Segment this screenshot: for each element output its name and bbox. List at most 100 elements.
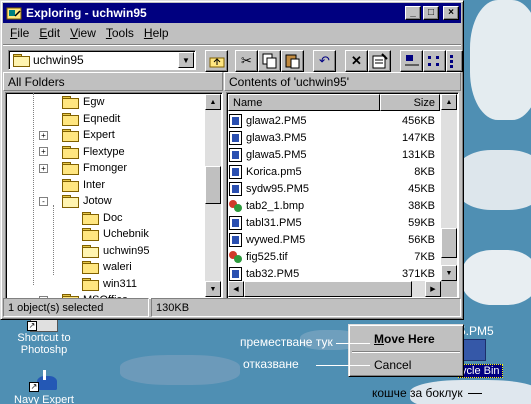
context-menu: Move Here Cancel [348, 324, 464, 377]
folder-icon [62, 112, 79, 126]
photoshop-icon: ↗ [27, 318, 58, 332]
tree-item[interactable]: + Flextype [39, 144, 125, 160]
menu-edit[interactable]: Edit [34, 26, 65, 40]
pagemaker-doc-icon [229, 147, 242, 162]
file-row[interactable]: wywed.PM5 56KB [229, 231, 439, 248]
expand-plus-icon[interactable]: + [39, 163, 48, 173]
folder-icon [82, 211, 99, 225]
tree-item[interactable]: uchwin95 [82, 243, 149, 259]
recycle-bin-icon[interactable] [462, 339, 486, 361]
file-row[interactable]: tabl31.PM5 59KB [229, 214, 439, 231]
recycle-bin-label[interactable]: ycle Bin [458, 364, 503, 378]
folder-icon [62, 162, 79, 175]
large-icons-view-icon [404, 55, 419, 66]
file-row[interactable]: fig525.tif 7KB [229, 248, 439, 265]
scroll-thumb[interactable] [244, 281, 412, 297]
desktop-shortcut-navy-expert[interactable]: ↗ Navy Expert [8, 370, 80, 404]
tree-item-label: uchwin95 [103, 244, 150, 257]
scroll-thumb[interactable] [441, 228, 457, 258]
desktop-shortcut-photoshop[interactable]: ↗ Shortcut to Photoshp [8, 318, 80, 356]
collapse-minus-icon[interactable]: - [39, 196, 48, 206]
menu-help[interactable]: Help [139, 26, 174, 40]
scroll-up-arrow-icon[interactable]: ▲ [205, 94, 221, 110]
cut-button[interactable]: ✂ [235, 50, 258, 72]
address-combobox[interactable]: uchwin95 ▼ [8, 50, 196, 70]
folder-icon [82, 261, 99, 274]
pagemaker-doc-icon [229, 113, 242, 128]
image-file-icon [229, 199, 243, 213]
tree-item[interactable]: + Fmonger [39, 160, 127, 176]
tree-item[interactable]: Egw [62, 94, 104, 110]
file-name: Korica.pm5 [246, 165, 302, 178]
column-header-name[interactable]: Name [228, 94, 380, 111]
tree-item[interactable]: + Expert [39, 127, 115, 143]
menu-view[interactable]: View [65, 26, 101, 40]
scroll-left-arrow-icon[interactable]: ◀ [228, 281, 244, 297]
title-bar[interactable]: Exploring - uchwin95 _ □ × [3, 3, 461, 23]
scroll-up-arrow-icon[interactable]: ▲ [441, 94, 457, 110]
cloud-shape [120, 355, 240, 385]
folder-tree-pane[interactable]: Egw Eqnedit + Expert + Flextype + Fmonger Inter -… [5, 92, 223, 299]
undo-button[interactable]: ↶ [313, 50, 336, 72]
file-row[interactable]: glawa5.PM5 131KB [229, 146, 439, 163]
copy-button[interactable] [258, 50, 281, 72]
file-row[interactable]: sydw95.PM5 45KB [229, 180, 439, 197]
file-row[interactable]: Korica.pm5 8KB [229, 163, 439, 180]
tree-line [53, 205, 54, 275]
file-list-pane[interactable]: Name Size glawa2.PM5 456KB glawa3.PM5 147KB… [226, 92, 459, 299]
tree-item[interactable]: Eqnedit [62, 111, 120, 127]
navy-expert-icon: ↗ [29, 370, 59, 394]
menu-item-move-here[interactable]: Move Here [352, 329, 460, 349]
file-list-vertical-scrollbar[interactable]: ▲ ▼ [441, 94, 457, 281]
scroll-down-arrow-icon[interactable]: ▼ [205, 281, 221, 297]
tree-item-label: Flextype [83, 145, 125, 158]
scroll-down-arrow-icon[interactable]: ▼ [441, 265, 457, 281]
tree-item[interactable]: Inter [62, 177, 105, 193]
dropdown-arrow-icon[interactable]: ▼ [178, 52, 194, 68]
tree-item[interactable]: - Jotow [39, 193, 112, 209]
tree-item-label: Expert [83, 129, 115, 141]
cloud-shape [455, 150, 531, 210]
tree-vertical-scrollbar[interactable]: ▲ ▼ [205, 94, 221, 297]
file-size: 456KB [401, 114, 435, 127]
tree-item[interactable]: Doc [82, 210, 123, 226]
properties-button[interactable] [368, 50, 391, 72]
expand-plus-icon[interactable]: + [39, 130, 48, 140]
scroll-right-arrow-icon[interactable]: ▶ [425, 281, 441, 297]
small-icons-button[interactable] [423, 50, 446, 72]
file-size: 38KB [408, 199, 435, 212]
paste-button[interactable] [281, 50, 304, 72]
scroll-thumb[interactable] [205, 166, 221, 204]
menu-tools[interactable]: Tools [101, 26, 139, 40]
pagemaker-doc-icon [229, 164, 242, 179]
menu-file[interactable]: File [5, 26, 34, 40]
minimize-button[interactable]: _ [405, 6, 421, 20]
file-row[interactable]: tab32.PM5 371KB [229, 265, 439, 282]
paste-icon [285, 54, 299, 69]
large-icons-button[interactable] [400, 50, 423, 72]
column-header-size[interactable]: Size [380, 94, 440, 111]
folder-icon [62, 195, 79, 208]
copy-icon [262, 53, 276, 69]
expand-plus-icon[interactable]: + [39, 147, 48, 156]
list-view-button[interactable] [446, 50, 463, 72]
tree-item[interactable]: win311 [82, 276, 137, 292]
file-name: tab32.PM5 [246, 267, 300, 280]
file-name: tab2_1.bmp [246, 199, 305, 212]
delete-button[interactable]: ✕ [345, 50, 368, 72]
folder-icon [82, 277, 99, 291]
annotation-recycle-bin: кошче за боклук [372, 386, 463, 400]
up-one-level-button[interactable] [205, 50, 228, 72]
file-name: glawa5.PM5 [246, 148, 307, 161]
tree-item[interactable]: waleri [82, 259, 132, 275]
close-button[interactable]: × [443, 6, 459, 20]
file-row[interactable]: tab2_1.bmp 38KB [229, 197, 439, 214]
file-row[interactable]: glawa2.PM5 456KB [229, 112, 439, 129]
file-row[interactable]: glawa3.PM5 147KB [229, 129, 439, 146]
tree-item-label: win311 [103, 277, 138, 290]
up-folder-icon [209, 57, 224, 68]
maximize-button[interactable]: □ [423, 6, 439, 20]
desktop-file-label[interactable]: 5.PM5 [459, 324, 494, 338]
tree-item[interactable]: Uchebnik [82, 226, 149, 242]
file-list-horizontal-scrollbar[interactable]: ◀ ▶ [228, 281, 441, 297]
